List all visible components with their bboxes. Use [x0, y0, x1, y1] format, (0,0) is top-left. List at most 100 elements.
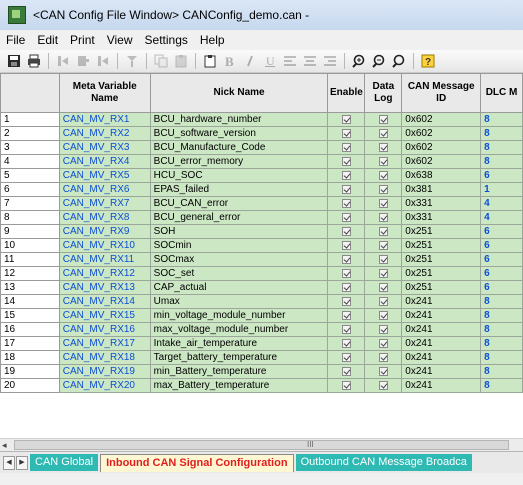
- nick-name-cell[interactable]: Intake_air_temperature: [149, 336, 329, 351]
- dlc-cell[interactable]: 6: [480, 238, 523, 253]
- row-number[interactable]: 16: [0, 322, 60, 337]
- nick-name-cell[interactable]: SOC_set: [149, 266, 329, 281]
- can-message-id-cell[interactable]: 0x602: [401, 140, 482, 155]
- row-number[interactable]: 19: [0, 364, 60, 379]
- datalog-checkbox[interactable]: [378, 170, 388, 180]
- datalog-checkbox[interactable]: [378, 184, 388, 194]
- table-row[interactable]: 9 CAN_MV_RX9 SOH 0x251 6: [0, 224, 523, 239]
- datalog-checkbox[interactable]: [378, 142, 388, 152]
- tab-next-icon[interactable]: ▶: [16, 455, 28, 470]
- row-number[interactable]: 17: [0, 336, 60, 351]
- tab-outbound-can-message[interactable]: Outbound CAN Message Broadca: [295, 454, 472, 471]
- nick-name-cell[interactable]: BCU_Manufacture_Code: [149, 140, 329, 155]
- dlc-cell[interactable]: 8: [480, 140, 523, 155]
- table-row[interactable]: 6 CAN_MV_RX6 EPAS_failed 0x381 1: [0, 182, 523, 197]
- clipboard-icon[interactable]: [202, 53, 218, 69]
- meta-variable-cell[interactable]: CAN_MV_RX12: [58, 266, 151, 281]
- meta-variable-cell[interactable]: CAN_MV_RX9: [58, 224, 151, 239]
- table-row[interactable]: 4 CAN_MV_RX4 BCU_error_memory 0x602 8: [0, 154, 523, 169]
- can-message-id-cell[interactable]: 0x251: [401, 266, 482, 281]
- print-icon[interactable]: [26, 53, 42, 69]
- enable-checkbox[interactable]: [341, 128, 351, 138]
- table-row[interactable]: 15 CAN_MV_RX15 min_voltage_module_number 0x…: [0, 308, 523, 323]
- dlc-cell[interactable]: 6: [480, 266, 523, 281]
- italic-icon[interactable]: [242, 53, 258, 69]
- nick-name-cell[interactable]: BCU_hardware_number: [149, 112, 329, 127]
- row-number[interactable]: 11: [0, 252, 60, 267]
- paste-icon[interactable]: [173, 53, 189, 69]
- row-number[interactable]: 20: [0, 378, 60, 393]
- table-row[interactable]: 12 CAN_MV_RX12 SOC_set 0x251 6: [0, 266, 523, 281]
- column-header-datalog[interactable]: Data Log: [364, 73, 403, 113]
- can-message-id-cell[interactable]: 0x331: [401, 210, 482, 225]
- meta-variable-cell[interactable]: CAN_MV_RX6: [58, 182, 151, 197]
- dlc-cell[interactable]: 4: [480, 210, 523, 225]
- can-message-id-cell[interactable]: 0x251: [401, 224, 482, 239]
- nick-name-cell[interactable]: HCU_SOC: [149, 168, 329, 183]
- datalog-checkbox[interactable]: [378, 128, 388, 138]
- nick-name-cell[interactable]: BCU_error_memory: [149, 154, 329, 169]
- column-header-dlc[interactable]: DLC M: [480, 73, 523, 113]
- horizontal-scrollbar[interactable]: ◂ III: [0, 438, 523, 451]
- tab-prev-icon[interactable]: ◀: [3, 455, 15, 470]
- row-number[interactable]: 14: [0, 294, 60, 309]
- nick-name-cell[interactable]: BCU_general_error: [149, 210, 329, 225]
- can-message-id-cell[interactable]: 0x241: [401, 378, 482, 393]
- nick-name-cell[interactable]: min_voltage_module_number: [149, 308, 329, 323]
- tab-inbound-can-signal[interactable]: Inbound CAN Signal Configuration: [100, 453, 294, 472]
- datalog-checkbox[interactable]: [378, 198, 388, 208]
- enable-checkbox[interactable]: [341, 352, 351, 362]
- datalog-checkbox[interactable]: [378, 282, 388, 292]
- dlc-cell[interactable]: 8: [480, 294, 523, 309]
- can-message-id-cell[interactable]: 0x241: [401, 364, 482, 379]
- dlc-cell[interactable]: 8: [480, 364, 523, 379]
- nick-name-cell[interactable]: BCU_software_version: [149, 126, 329, 141]
- meta-variable-cell[interactable]: CAN_MV_RX8: [58, 210, 151, 225]
- scrollbar-thumb[interactable]: III: [14, 440, 509, 450]
- datalog-checkbox[interactable]: [378, 352, 388, 362]
- nick-name-cell[interactable]: SOH: [149, 224, 329, 239]
- menu-print[interactable]: Print: [64, 33, 101, 47]
- datalog-checkbox[interactable]: [378, 240, 388, 250]
- dlc-cell[interactable]: 8: [480, 154, 523, 169]
- insert-row-icon[interactable]: [55, 53, 71, 69]
- menu-edit[interactable]: Edit: [31, 33, 64, 47]
- can-message-id-cell[interactable]: 0x381: [401, 182, 482, 197]
- dlc-cell[interactable]: 8: [480, 322, 523, 337]
- meta-variable-cell[interactable]: CAN_MV_RX4: [58, 154, 151, 169]
- meta-variable-cell[interactable]: CAN_MV_RX17: [58, 336, 151, 351]
- enable-checkbox[interactable]: [341, 366, 351, 376]
- meta-variable-cell[interactable]: CAN_MV_RX2: [58, 126, 151, 141]
- row-number[interactable]: 1: [0, 112, 60, 127]
- enable-checkbox[interactable]: [341, 142, 351, 152]
- can-message-id-cell[interactable]: 0x602: [401, 126, 482, 141]
- zoom-icon[interactable]: [351, 53, 367, 69]
- can-message-id-cell[interactable]: 0x331: [401, 196, 482, 211]
- table-row[interactable]: 11 CAN_MV_RX11 SOCmax 0x251 6: [0, 252, 523, 267]
- enable-checkbox[interactable]: [341, 296, 351, 306]
- dlc-cell[interactable]: 4: [480, 196, 523, 211]
- datalog-checkbox[interactable]: [378, 254, 388, 264]
- enable-checkbox[interactable]: [341, 268, 351, 278]
- enable-checkbox[interactable]: [341, 198, 351, 208]
- row-number[interactable]: 13: [0, 280, 60, 295]
- row-number[interactable]: 5: [0, 168, 60, 183]
- can-message-id-cell[interactable]: 0x602: [401, 112, 482, 127]
- menu-file[interactable]: File: [0, 33, 31, 47]
- table-row[interactable]: 18 CAN_MV_RX18 Target_battery_temperature 0…: [0, 350, 523, 365]
- bold-icon[interactable]: B: [222, 53, 238, 69]
- row-number[interactable]: 2: [0, 126, 60, 141]
- row-number[interactable]: 4: [0, 154, 60, 169]
- enable-checkbox[interactable]: [341, 338, 351, 348]
- enable-checkbox[interactable]: [341, 184, 351, 194]
- datalog-checkbox[interactable]: [378, 114, 388, 124]
- scroll-left-icon[interactable]: ◂: [2, 440, 12, 450]
- datalog-checkbox[interactable]: [378, 366, 388, 376]
- enable-checkbox[interactable]: [341, 156, 351, 166]
- row-number[interactable]: 9: [0, 224, 60, 239]
- menu-view[interactable]: View: [101, 33, 139, 47]
- add-row-icon[interactable]: [75, 53, 91, 69]
- datalog-checkbox[interactable]: [378, 310, 388, 320]
- menu-help[interactable]: Help: [194, 33, 231, 47]
- dlc-cell[interactable]: 6: [480, 280, 523, 295]
